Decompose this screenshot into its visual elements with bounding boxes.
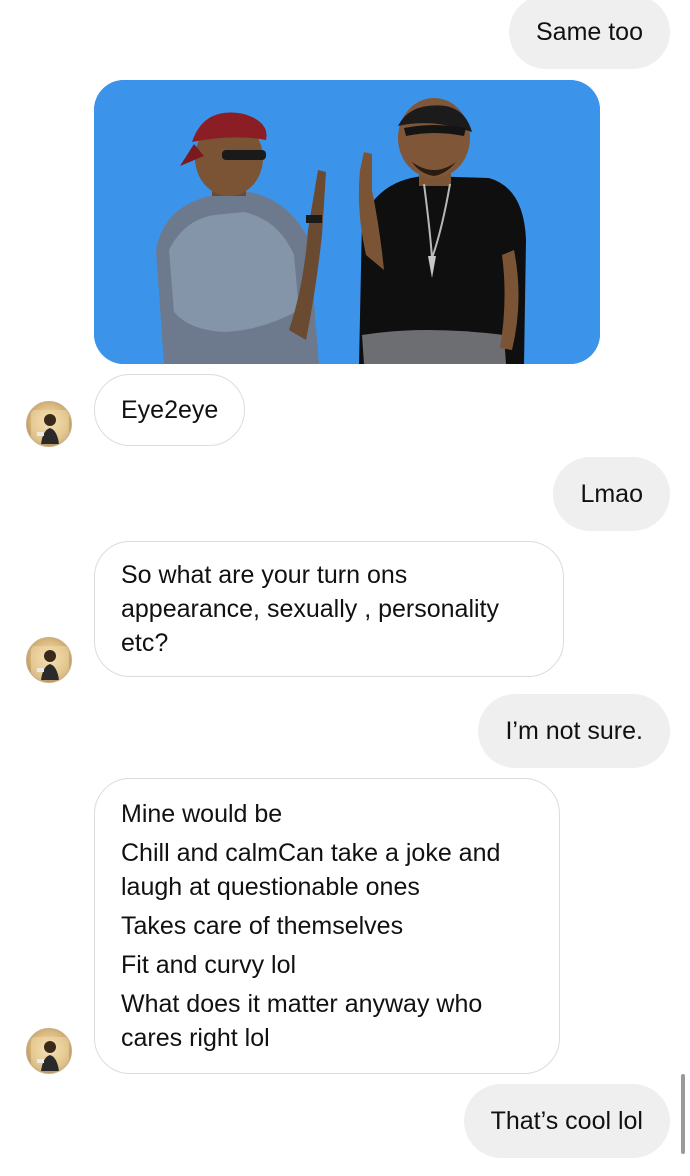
message-line: laugh at questionable ones xyxy=(121,873,420,901)
message-text: I’m not sure. xyxy=(505,717,643,745)
message-incoming-turn-ons[interactable]: So what are your turn ons appearance, se… xyxy=(94,541,564,677)
message-outgoing-same-too[interactable]: Same too xyxy=(508,0,670,69)
message-line: cares right lol xyxy=(121,1024,270,1052)
message-incoming-eye2eye[interactable]: Eye2eye xyxy=(94,374,246,446)
message-line: Chill and calmCan take a joke and xyxy=(121,839,501,867)
avatar-image xyxy=(31,410,69,444)
message-line: appearance, sexually , personality xyxy=(121,595,500,623)
message-text: Eye2eye xyxy=(121,396,219,424)
gif-message[interactable] xyxy=(94,80,600,364)
scrollbar[interactable] xyxy=(681,1074,685,1154)
message-outgoing-not-sure[interactable]: I’m not sure. xyxy=(478,694,670,768)
avatar-image xyxy=(31,1037,69,1071)
message-line: What does it matter anyway who xyxy=(121,990,483,1018)
message-line: Takes care of themselves xyxy=(121,912,404,940)
message-text: Lmao xyxy=(580,480,643,508)
message-text: That’s cool lol xyxy=(490,1107,643,1135)
message-text: Same too xyxy=(535,18,643,46)
message-line: Mine would be xyxy=(121,800,283,828)
message-outgoing-lmao[interactable]: Lmao xyxy=(553,457,670,531)
contact-avatar[interactable] xyxy=(26,1028,72,1074)
contact-avatar[interactable] xyxy=(26,637,72,683)
message-line: etc? xyxy=(121,629,169,657)
gif-image xyxy=(94,80,600,364)
contact-avatar[interactable] xyxy=(26,401,72,447)
message-line: Fit and curvy lol xyxy=(121,951,297,979)
message-outgoing-thats-cool[interactable]: That’s cool lol xyxy=(463,1084,670,1158)
message-incoming-mine-would-be[interactable]: Mine would be Chill and calmCan take a j… xyxy=(94,778,560,1074)
avatar-image xyxy=(31,646,69,680)
message-line: So what are your turn ons xyxy=(121,561,408,589)
